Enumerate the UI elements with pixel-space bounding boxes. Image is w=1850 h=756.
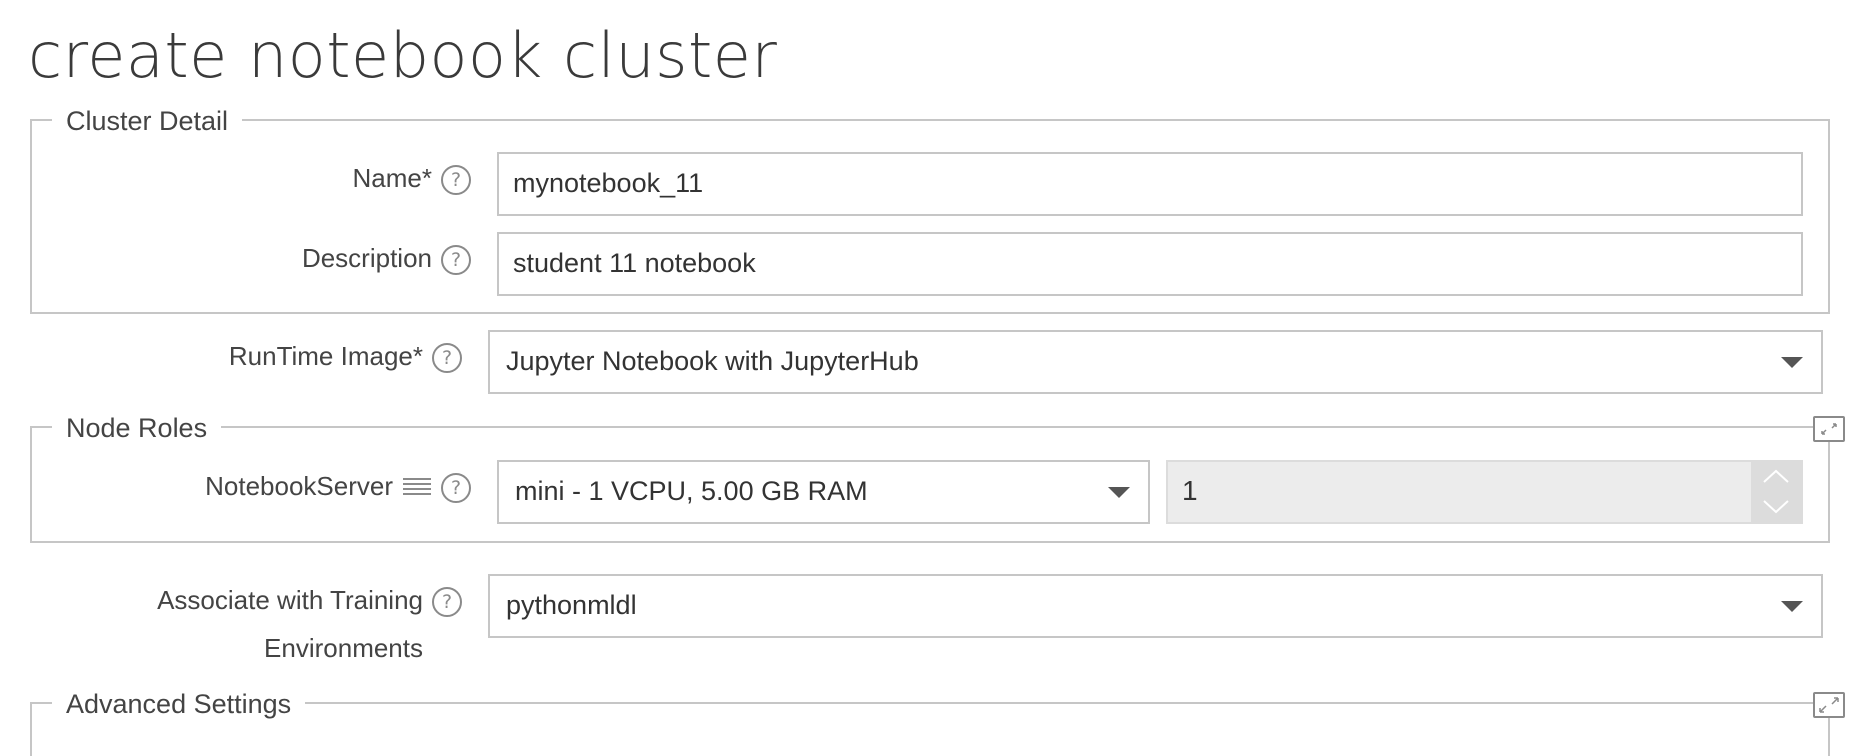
runtime-image-help-icon[interactable]: ? <box>432 343 462 373</box>
training-env-help-icon[interactable]: ? <box>432 587 462 617</box>
flavor-selected-value: mini - 1 VCPU, 5.00 GB RAM <box>515 476 868 506</box>
name-help-icon[interactable]: ? <box>441 165 471 195</box>
runtime-image-select[interactable]: Jupyter Notebook with JupyterHub <box>488 330 1823 394</box>
increment-button[interactable] <box>1751 462 1801 491</box>
count-value: 1 <box>1182 475 1198 506</box>
training-env-label-line2: Environments <box>264 633 423 663</box>
runtime-image-label: RunTime Image* <box>228 341 423 371</box>
create-notebook-cluster-page: create notebook cluster Cluster Detail N… <box>0 0 1850 756</box>
stepper-buttons <box>1751 462 1801 522</box>
cluster-detail-legend: Cluster Detail <box>52 101 243 141</box>
advanced-settings-legend: Advanced Settings <box>52 684 306 724</box>
description-help-icon[interactable]: ? <box>441 245 471 275</box>
notebook-server-count-stepper[interactable]: 1 <box>1166 460 1803 524</box>
page-title: create notebook cluster <box>28 19 778 92</box>
node-roles-legend: Node Roles <box>52 408 222 448</box>
list-icon[interactable] <box>403 478 431 500</box>
name-input[interactable]: mynotebook_11 <box>497 152 1803 216</box>
notebook-server-label: NotebookServer <box>205 471 393 501</box>
description-input[interactable]: student 11 notebook <box>497 232 1803 296</box>
expand-icon[interactable] <box>1813 692 1845 718</box>
chevron-down-icon <box>1781 357 1803 368</box>
collapse-icon[interactable] <box>1813 416 1845 442</box>
training-env-selected-value: pythonmldl <box>506 590 637 620</box>
decrement-button[interactable] <box>1751 492 1801 521</box>
training-env-label-line1: Associate with Training <box>157 585 423 615</box>
notebook-server-flavor-select[interactable]: mini - 1 VCPU, 5.00 GB RAM <box>497 460 1150 524</box>
description-label: Description <box>301 243 432 273</box>
advanced-settings-section[interactable]: Advanced Settings <box>30 684 1830 756</box>
chevron-down-icon <box>1108 487 1130 498</box>
name-label: Name* <box>352 163 432 193</box>
notebook-server-help-icon[interactable]: ? <box>441 473 471 503</box>
training-env-select[interactable]: pythonmldl <box>488 574 1823 638</box>
runtime-image-selected-value: Jupyter Notebook with JupyterHub <box>506 346 919 376</box>
chevron-down-icon <box>1781 601 1803 612</box>
